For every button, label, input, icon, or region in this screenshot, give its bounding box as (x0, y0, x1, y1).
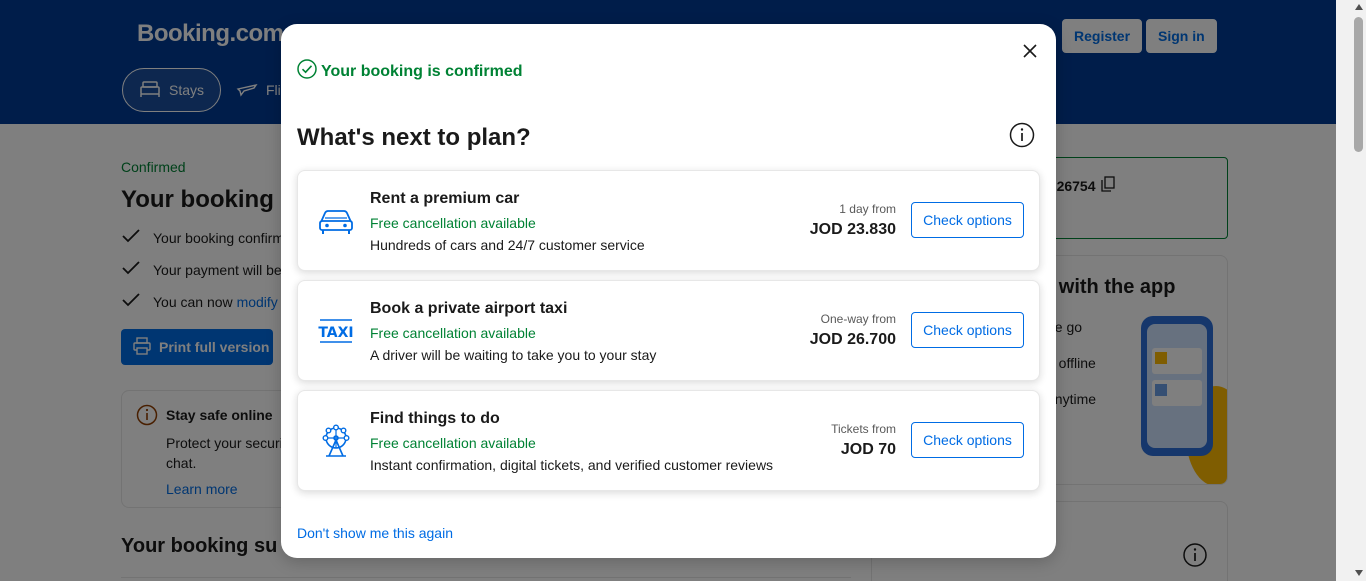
taxi-icon: TAXI (318, 313, 354, 349)
info-icon (1009, 122, 1035, 153)
check-options-button[interactable]: Check options (911, 422, 1024, 458)
offer-card-attractions: Find things to do Free cancellation avai… (297, 390, 1040, 491)
offer-price-label: Tickets from (831, 422, 896, 436)
offer-cancellation: Free cancellation available (370, 325, 536, 341)
svg-text:TAXI: TAXI (318, 325, 353, 341)
offer-title: Book a private airport taxi (370, 300, 568, 317)
close-icon (1023, 43, 1037, 63)
modal-title: What's next to plan? (297, 124, 531, 151)
offer-cancellation: Free cancellation available (370, 215, 536, 231)
offer-description: Instant confirmation, digital tickets, a… (370, 457, 774, 473)
offer-price-label: 1 day from (839, 202, 896, 216)
offer-cancellation: Free cancellation available (370, 435, 536, 451)
offer-card-taxi: TAXI Book a private airport taxi Free ca… (297, 280, 1040, 381)
offer-price: JOD 23.830 (809, 221, 896, 238)
whats-next-modal: Your booking is confirmed What's next to… (281, 24, 1056, 558)
check-options-button[interactable]: Check options (911, 202, 1024, 238)
offer-price-label: One-way from (820, 312, 896, 326)
scroll-up-arrow-icon[interactable] (1355, 4, 1363, 10)
check-options-button[interactable]: Check options (911, 312, 1024, 348)
info-button[interactable] (1008, 122, 1036, 153)
check-circle-icon (297, 59, 317, 84)
ferris-wheel-icon (318, 423, 354, 459)
offer-card-car: Rent a premium car Free cancellation ava… (297, 170, 1040, 271)
offer-description: A driver will be waiting to take you to … (370, 347, 657, 363)
confirmation-text: Your booking is confirmed (321, 62, 523, 80)
car-icon (318, 203, 354, 239)
dont-show-again-link[interactable]: Don't show me this again (297, 525, 453, 541)
offer-price: JOD 70 (840, 441, 896, 458)
offer-price: JOD 26.700 (809, 331, 896, 348)
scroll-down-arrow-icon[interactable] (1355, 570, 1363, 576)
offer-title: Find things to do (370, 410, 500, 427)
close-button[interactable] (1016, 39, 1044, 67)
scrollbar-thumb[interactable] (1354, 17, 1363, 152)
confirmation-banner: Your booking is confirmed (297, 59, 523, 84)
offer-title: Rent a premium car (370, 190, 520, 207)
offer-description: Hundreds of cars and 24/7 customer servi… (370, 237, 645, 253)
